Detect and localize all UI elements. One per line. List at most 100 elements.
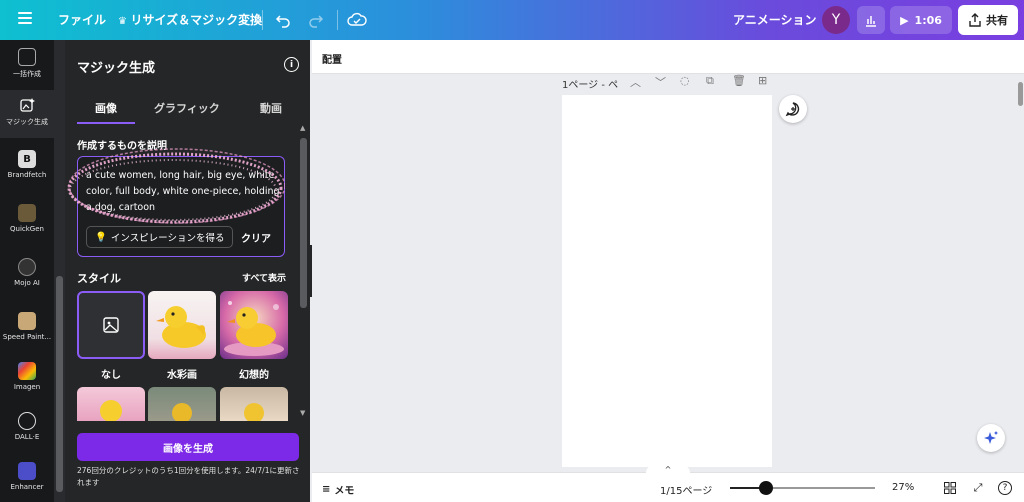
duplicate-icon[interactable]: ⧉: [706, 74, 714, 88]
divider: [337, 10, 338, 30]
active-tab-indicator: [77, 122, 135, 124]
play-time: 1:06: [914, 13, 942, 27]
menu-icon[interactable]: [14, 9, 36, 31]
tab-image[interactable]: 画像: [95, 100, 117, 116]
insights-button[interactable]: [857, 6, 885, 34]
divider: [262, 10, 263, 30]
notes-label: メモ: [334, 486, 355, 497]
panel-title: マジック生成: [77, 61, 156, 76]
rail-item-label: Imagen: [13, 383, 41, 391]
duck-image: [172, 403, 192, 421]
clear-button[interactable]: クリア: [241, 230, 271, 245]
lightbulb-icon: 💡: [95, 231, 107, 243]
page-title[interactable]: 1ページ - ペ: [562, 76, 618, 91]
style-none-card[interactable]: [77, 291, 145, 359]
add-page-icon[interactable]: ⊞: [758, 74, 767, 87]
duck-image: [244, 403, 264, 421]
zoom-value[interactable]: 27%: [892, 482, 914, 493]
comment-icon[interactable]: [779, 95, 807, 123]
duck-image: [224, 301, 284, 356]
chevron-up-icon: ^: [664, 465, 672, 474]
chevron-up-icon[interactable]: ︿: [630, 74, 641, 90]
dalle-icon: [18, 412, 36, 430]
speed-paint-icon: [18, 312, 36, 330]
share-button[interactable]: 共有: [958, 5, 1018, 35]
help-icon[interactable]: ?: [998, 481, 1012, 495]
rail-item-imagen[interactable]: Imagen: [0, 356, 54, 404]
prompt-label: 作成するものを説明: [77, 141, 167, 152]
rail-item-dalle[interactable]: DALL·E: [0, 406, 54, 454]
brandfetch-icon: B: [18, 150, 36, 168]
redo-icon[interactable]: [305, 9, 327, 31]
zoom-slider[interactable]: [730, 481, 875, 495]
play-icon: ▶: [900, 13, 909, 27]
rail-item-label: Mojo AI: [14, 279, 40, 287]
rail-item-enhancer[interactable]: Enhancer: [0, 456, 54, 502]
style-card-partial[interactable]: [220, 387, 288, 421]
imagen-icon: [18, 362, 36, 380]
present-button[interactable]: ▶ 1:06: [890, 6, 952, 34]
file-menu[interactable]: ファイル: [58, 11, 106, 28]
tab-graphic[interactable]: グラフィック: [154, 100, 220, 116]
design-page[interactable]: [562, 95, 772, 467]
workspace-scrollbar[interactable]: [1018, 82, 1023, 106]
zoom-knob[interactable]: [759, 481, 774, 495]
rail-item-quickgen[interactable]: QuickGen: [0, 198, 54, 246]
magic-assistant-icon[interactable]: [977, 424, 1005, 452]
chevron-down-icon[interactable]: ﹀: [655, 74, 666, 90]
scroll-thumb[interactable]: [56, 276, 63, 492]
resize-magic-switch-button[interactable]: ♛ リサイズ＆マジック変換: [118, 11, 262, 28]
style-card-partial[interactable]: [148, 387, 216, 421]
prompt-text[interactable]: a cute women, long hair, big eye, white …: [86, 168, 280, 216]
style-watercolor-card[interactable]: [148, 291, 216, 359]
generate-image-button[interactable]: 画像を生成: [77, 433, 299, 461]
rail-item-label: マジック生成: [6, 118, 48, 126]
duck-image: [156, 306, 206, 348]
prompt-input[interactable]: a cute women, long hair, big eye, white …: [77, 156, 285, 257]
undo-icon[interactable]: [272, 9, 294, 31]
rail-item-bulk-create[interactable]: 一括作成: [0, 42, 54, 90]
magic-media-panel: マジック生成 i 画像 グラフィック 動画 作成するものを説明 a cute w…: [65, 40, 310, 502]
fullscreen-icon[interactable]: ⤢: [970, 480, 986, 496]
show-pages-tab[interactable]: ^: [646, 465, 690, 474]
rail-item-brandfetch[interactable]: B Brandfetch: [0, 144, 54, 192]
arrange-button[interactable]: 配置: [322, 51, 342, 66]
tab-video[interactable]: 動画: [260, 100, 282, 116]
cloud-saved-icon[interactable]: [346, 9, 368, 31]
grid-view-icon[interactable]: [942, 480, 958, 496]
bar-chart-icon: [866, 16, 876, 27]
rail-item-label: Brandfetch: [7, 171, 47, 179]
rail-item-speed-paint[interactable]: Speed Paint...: [0, 306, 54, 354]
panel-scrollbar[interactable]: ▲ ▼: [298, 124, 309, 424]
inspiration-button[interactable]: 💡 インスピレーションを得る: [86, 226, 234, 248]
avatar[interactable]: Y: [822, 6, 850, 34]
style-card-partial[interactable]: [77, 387, 145, 421]
scroll-down-icon[interactable]: ▼: [300, 409, 305, 417]
notes-button[interactable]: ≡ メモ: [322, 482, 354, 497]
show-all-link[interactable]: すべて表示: [242, 271, 286, 284]
enhancer-icon: [18, 462, 36, 480]
canvas-area: 1ページ - ペ ︿ ﹀ ◌ ⧉ 🗑 ⊞: [312, 74, 1024, 472]
rail-item-magic-media[interactable]: マジック生成: [0, 90, 54, 138]
mojo-ai-icon: [18, 258, 36, 276]
style-fantasy-card[interactable]: [220, 291, 288, 359]
rail-item-label: Speed Paint...: [2, 333, 52, 341]
notes-icon: ≡: [322, 484, 331, 495]
resize-label: リサイズ＆マジック変換: [130, 13, 263, 27]
page-counter[interactable]: 1/15ページ: [660, 482, 712, 497]
rail-item-mojo-ai[interactable]: Mojo AI: [0, 252, 54, 300]
editor-toolbar: 配置: [312, 40, 1024, 74]
quickgen-icon: [18, 204, 36, 222]
animation-button[interactable]: アニメーション: [733, 11, 817, 28]
share-label: 共有: [986, 14, 1008, 27]
credit-note: 276回分のクレジットのうち1回分を使用します。24/7/1に更新されます: [77, 466, 300, 487]
hide-icon[interactable]: ◌: [680, 74, 690, 87]
scroll-thumb[interactable]: [300, 138, 307, 308]
bottom-bar: ^ ≡ メモ 1/15ページ 27% ⤢ ?: [312, 465, 1024, 502]
scroll-up-icon[interactable]: ▲: [300, 124, 305, 132]
image-icon: [103, 317, 119, 333]
rail-scrollbar[interactable]: [54, 40, 65, 502]
crown-icon: ♛: [118, 16, 131, 27]
info-icon[interactable]: i: [284, 57, 299, 72]
trash-icon[interactable]: 🗑: [732, 74, 746, 87]
